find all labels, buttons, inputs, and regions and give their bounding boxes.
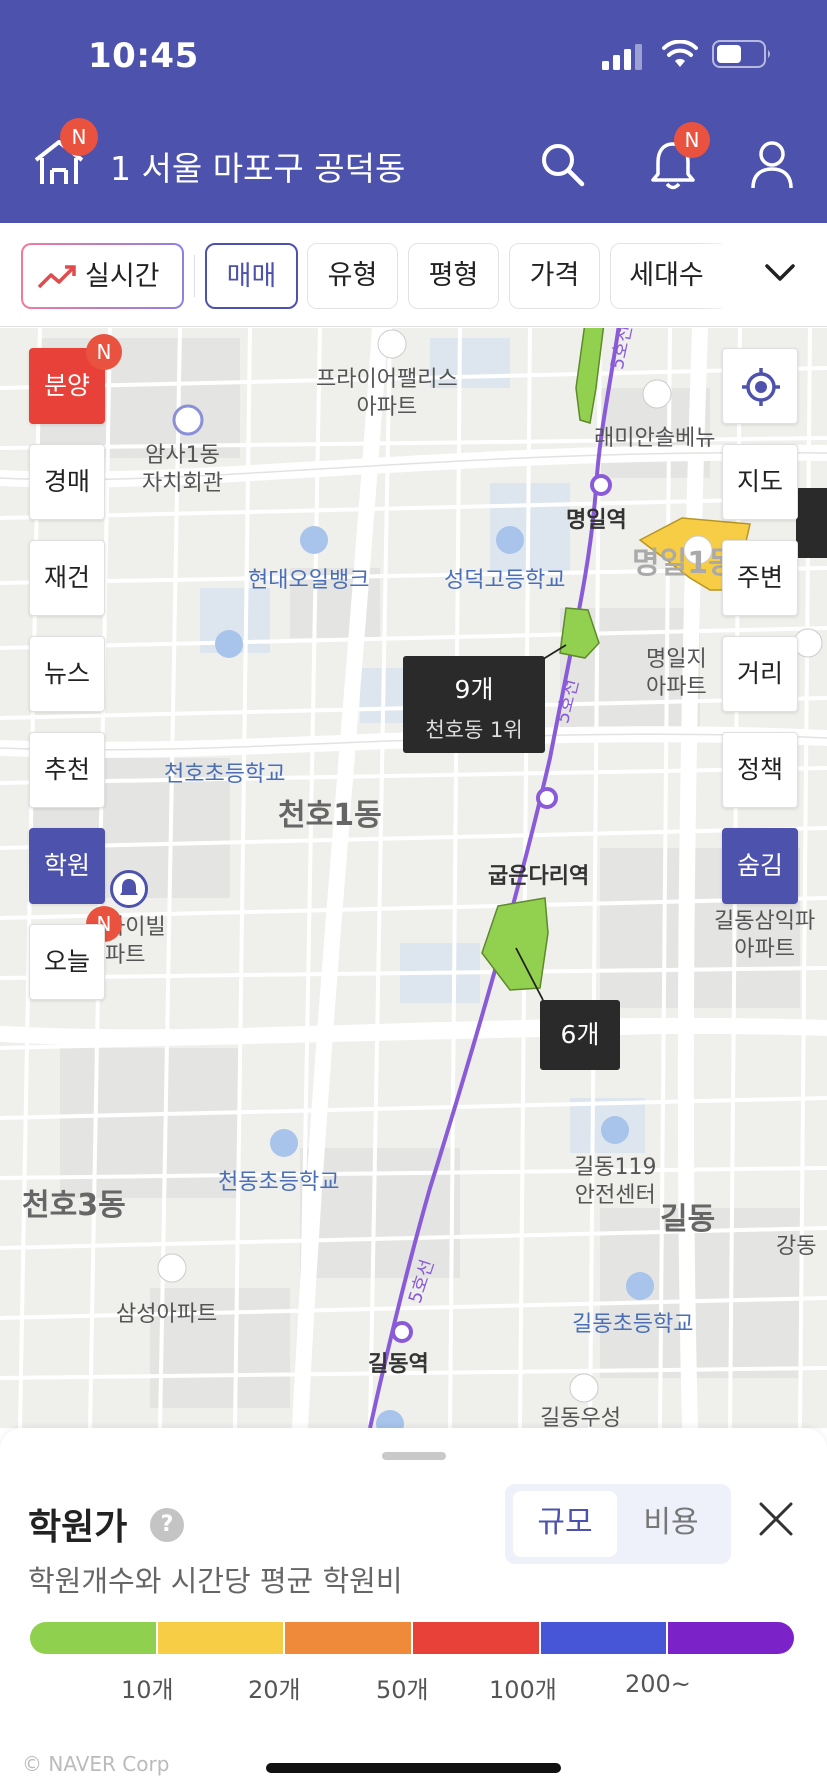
sheet-title: 학원가 <box>28 1507 128 1548</box>
map-button-policy[interactable]: 정책 <box>722 732 798 808</box>
map-label-cheonho1dong: 천호1동 <box>278 798 382 833</box>
user-icon[interactable] <box>748 138 796 190</box>
map-label-cheonho-elem: 천호초등학교 <box>164 762 286 787</box>
sheet-description: 학원개수와 시간당 평균 학원비 <box>28 1564 403 1598</box>
academy-info-box-cheonho[interactable]: 9개 천호동 1위 <box>403 656 545 753</box>
home-indicator[interactable] <box>266 1763 561 1773</box>
academy-count: 6개 <box>560 1020 600 1049</box>
map-label-gildong-woosung: 길동우성 <box>540 1406 621 1428</box>
trending-up-icon <box>37 265 76 289</box>
map-label-gildong-elem: 길동초등학교 <box>572 1312 694 1337</box>
map-view[interactable]: 프라이어팰리스 아파트 래미안솔베뉴 암사1동 자치회관 명일역 현대오일뱅크 … <box>0 328 827 1428</box>
map-label-gubeun-station: 굽은다리역 <box>488 864 590 889</box>
map-copyright: © NAVER Corp <box>22 1752 170 1776</box>
legend-segment <box>668 1622 794 1654</box>
crosshair-icon <box>742 368 780 406</box>
academy-info-box-gildong[interactable]: 6개 <box>540 1000 620 1070</box>
map-label-community-center: 암사1동 자치회관 <box>142 443 223 496</box>
academy-count: 9개 <box>454 675 494 704</box>
presale-new-badge: N <box>86 334 122 370</box>
sheet-drag-handle[interactable] <box>382 1452 446 1460</box>
toggle-scale[interactable]: 규모 <box>513 1491 617 1557</box>
legend-segment <box>157 1622 286 1654</box>
realtime-chip[interactable]: 실시간 <box>21 243 184 309</box>
legend-tick: 20개 <box>248 1676 301 1704</box>
map-label-myeongil-apt: 명일지 아파트 <box>646 647 707 700</box>
map-label-cheondong-elem: 천동초등학교 <box>218 1170 340 1195</box>
status-bar: 10:45 <box>0 0 827 110</box>
map-button-nearby[interactable]: 주변 <box>722 540 798 616</box>
legend-tick: 200~ <box>625 1670 691 1698</box>
app-header: N 1 서울 마포구 공덕동 N <box>0 110 827 223</box>
close-icon[interactable] <box>755 1498 797 1540</box>
map-label-gildong119: 길동119 안전센터 <box>574 1155 657 1208</box>
my-location-button[interactable] <box>722 348 798 424</box>
signal-icon <box>602 44 642 70</box>
toggle-cost[interactable]: 비용 <box>619 1491 723 1557</box>
layer-button-recommend[interactable]: 추천 <box>29 732 105 808</box>
academy-bottom-sheet: 학원가 ? 학원개수와 시간당 평균 학원비 규모 비용 10개 20개 50개… <box>0 1428 827 1790</box>
map-label-gangdong: 강동 <box>776 1234 817 1259</box>
map-label-gildong: 길동 <box>660 1202 716 1237</box>
filter-bar: 실시간 매매 유형 평형 가격 세대수 <box>0 223 827 327</box>
realtime-label: 실시간 <box>85 261 160 292</box>
home-new-badge: N <box>60 118 98 156</box>
status-time: 10:45 <box>88 36 199 76</box>
map-label-prime-palace: 프라이어팰리스 아파트 <box>316 367 458 420</box>
layer-button-today[interactable]: 오늘 <box>29 924 105 1000</box>
search-icon[interactable] <box>538 140 588 190</box>
map-button-distance[interactable]: 거리 <box>722 636 798 712</box>
wifi-icon <box>662 40 698 67</box>
alarm-pin-icon[interactable] <box>110 870 148 908</box>
legend-tick: 100개 <box>489 1676 557 1704</box>
legend-segment <box>540 1622 669 1654</box>
layer-button-rebuild[interactable]: 재건 <box>29 540 105 616</box>
layer-button-news[interactable]: 뉴스 <box>29 636 105 712</box>
legend-segment <box>285 1622 414 1654</box>
filter-chip-type[interactable]: 유형 <box>307 243 398 309</box>
academy-info-box-edge[interactable] <box>796 488 827 558</box>
legend-tick: 50개 <box>376 1676 429 1704</box>
filter-chip-price[interactable]: 가격 <box>509 243 600 309</box>
layer-button-auction[interactable]: 경매 <box>29 444 105 520</box>
app-screen: 10:45 N 1 서울 마포구 공덕동 N 실시간 매매 유형 평형 가격 세… <box>0 0 827 1790</box>
filter-chip-area[interactable]: 평형 <box>408 243 499 309</box>
map-button-map[interactable]: 지도 <box>722 444 798 520</box>
map-button-hide[interactable]: 숨김 <box>722 828 798 904</box>
legend-segment <box>413 1622 541 1654</box>
legend-segment <box>30 1622 158 1654</box>
help-icon[interactable]: ? <box>150 1508 184 1542</box>
bell-new-badge: N <box>674 122 710 158</box>
academy-rank: 천호동 1위 <box>425 718 523 742</box>
map-label-myeongil-station: 명일역 <box>566 508 627 533</box>
map-label-gildong-station: 길동역 <box>368 1352 429 1377</box>
map-label-cheonho3dong: 천호3동 <box>22 1188 126 1223</box>
battery-icon <box>712 40 770 68</box>
location-address[interactable]: 1 서울 마포구 공덕동 <box>110 142 405 190</box>
chevron-down-icon[interactable] <box>762 261 798 285</box>
scale-cost-toggle: 규모 비용 <box>505 1484 731 1564</box>
layer-button-academy[interactable]: 학원 <box>29 828 105 904</box>
map-label-seongdeok-school: 성덕고등학교 <box>444 568 566 593</box>
legend-tick: 10개 <box>121 1676 174 1704</box>
map-label-myeongil1: 명일1동 <box>632 546 736 581</box>
map-label-samsung-apt: 삼성아파트 <box>116 1302 218 1327</box>
map-label-hyundai-oilbank: 현대오일뱅크 <box>248 568 370 593</box>
filter-divider <box>194 255 195 297</box>
filter-chip-sale[interactable]: 매매 <box>205 243 298 309</box>
map-label-gildong-samik: 길동삼익파 아파트 <box>714 909 816 962</box>
map-label-raemian: 래미안솔베뉴 <box>594 426 716 451</box>
legend-color-bar <box>30 1622 794 1654</box>
